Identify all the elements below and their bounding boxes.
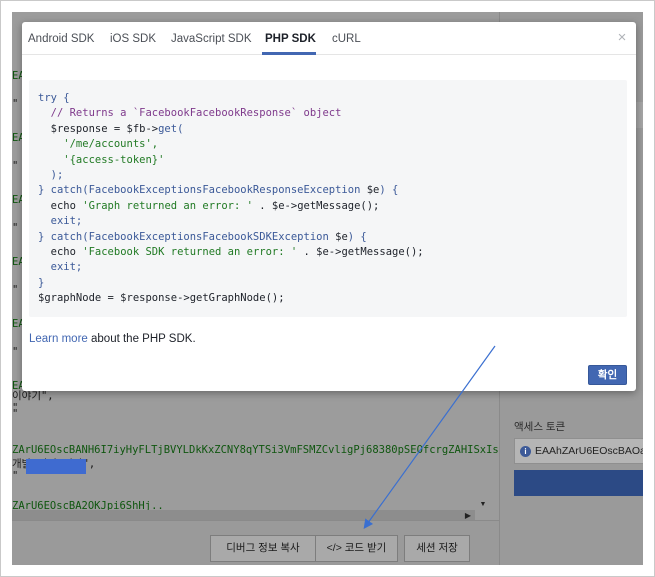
code-fragment: " [12,98,19,110]
code-snippet: try { // Returns a `FacebookFacebookResp… [29,80,627,317]
learn-more-suffix: about the PHP SDK. [87,333,196,345]
info-icon: i [520,446,531,457]
access-token-field[interactable]: i EAAhZArU6EOscBAOaeh [514,438,643,464]
code-line: echo 'Facebook SDK returned an error: ' … [38,246,424,258]
code-fragment: " [12,402,19,414]
code-fragment: " [12,160,19,172]
code-line: ); [38,169,64,181]
sdk-tabs: Android SDK iOS SDK JavaScript SDK PHP S… [22,22,636,55]
tab-curl[interactable]: cURL [332,33,361,45]
get-code-button[interactable]: </> 코드 받기 [315,535,398,562]
code-line: '{access-token}' [38,153,165,166]
code-line: $response = $fb->get( [38,122,184,135]
save-session-button[interactable]: 세션 저장 [404,535,470,562]
access-token-label: 액세스 토큰 [514,421,566,433]
code-fragment: ZArU6EOscBANH6I7iyHyFLTjBVYLDkKxZCNY8qYT… [12,444,506,456]
tab-android-sdk[interactable]: Android SDK [28,33,94,45]
code-line: // Returns a `FacebookFacebookResponse` … [38,107,342,120]
tab-ios-sdk[interactable]: iOS SDK [110,33,156,45]
copy-debug-info-button[interactable]: 디버그 정보 복사 [210,535,316,562]
code-fragment: " [12,222,19,234]
access-token-value: EAAhZArU6EOscBAOaeh [535,445,643,457]
close-icon[interactable]: × [615,30,629,46]
submit-button[interactable] [514,470,643,496]
scroll-down-icon[interactable]: ▼ [478,501,488,511]
explorer-footer: 디버그 정보 복사 </> 코드 받기 세션 저장 [12,520,499,565]
code-fragment: " [12,470,19,482]
code-fragment: " [12,346,19,358]
code-line: echo 'Graph returned an error: ' . $e->g… [38,199,380,212]
code-line: exit; [38,215,83,228]
learn-more-text: Learn more about the PHP SDK. [29,333,196,345]
code-line: exit; [38,261,83,274]
learn-more-link[interactable]: Learn more [29,333,88,345]
code-line: } [38,276,45,289]
code-fragment: " [12,284,19,296]
code-line: '/me/accounts', [38,138,159,151]
confirm-button[interactable]: 확인 [588,365,627,385]
code-line: } catch(FacebookExceptionsFacebookSDKExc… [38,230,367,243]
redaction-box [26,459,86,474]
code-line: } catch(FacebookExceptionsFacebookRespon… [38,184,399,197]
tab-javascript-sdk[interactable]: JavaScript SDK [171,33,252,45]
code-dialog: Android SDK iOS SDK JavaScript SDK PHP S… [22,22,636,391]
tab-php-sdk[interactable]: PHP SDK [265,33,316,45]
code-line: $graphNode = $response->getGraphNode(); [38,292,285,305]
active-tab-indicator [262,52,316,55]
code-line: try { [38,92,70,104]
